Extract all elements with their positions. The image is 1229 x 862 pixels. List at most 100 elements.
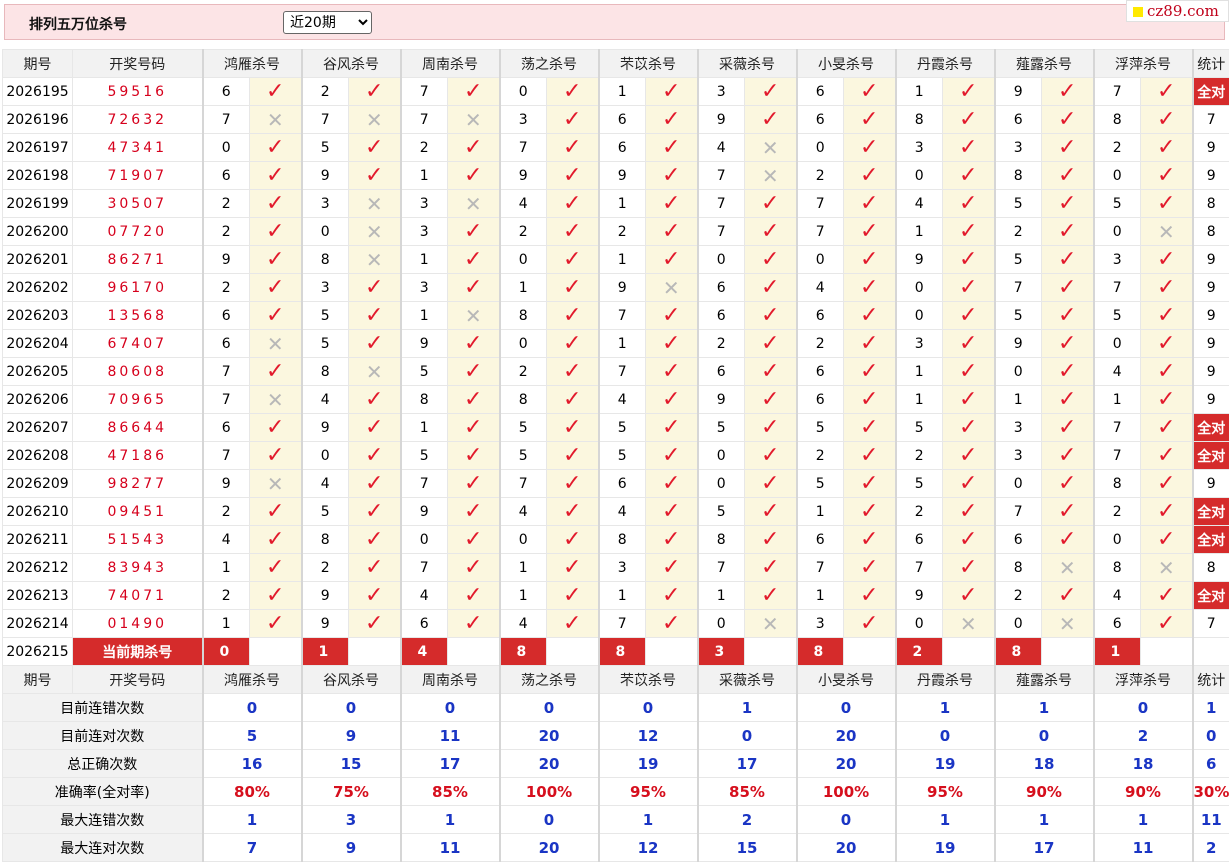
- check-icon: ✓: [563, 611, 581, 636]
- kill-number-cell: 1: [797, 582, 844, 610]
- check-icon: ✓: [959, 415, 977, 440]
- correct-check-icon: ✓: [349, 582, 401, 610]
- correct-check-icon: ✓: [943, 386, 995, 414]
- kill-number-cell: 6: [896, 526, 943, 554]
- cross-icon: ✕: [366, 192, 383, 216]
- table-row: 2026204674076✕5✓9✓0✓1✓2✓2✓3✓9✓0✓9: [3, 330, 1229, 358]
- kill-number-cell: 7: [698, 162, 745, 190]
- kill-number-cell: 7: [1094, 442, 1141, 470]
- kill-number-cell: 8: [1094, 106, 1141, 134]
- check-icon: ✓: [860, 527, 878, 552]
- correct-check-icon: ✓: [1141, 302, 1193, 330]
- correct-check-icon: ✓: [745, 554, 797, 582]
- kill-number-cell: 9: [599, 274, 646, 302]
- wrong-cross-icon: ✕: [250, 470, 302, 498]
- check-icon: ✓: [1058, 583, 1076, 608]
- period-range-select[interactable]: 近20期: [283, 11, 372, 34]
- check-icon: ✓: [563, 135, 581, 160]
- correct-check-icon: ✓: [1141, 162, 1193, 190]
- summary-value: 90%: [995, 778, 1094, 806]
- correct-check-icon: ✓: [943, 414, 995, 442]
- correct-check-icon: ✓: [1141, 582, 1193, 610]
- correct-check-icon: ✓: [1141, 498, 1193, 526]
- col-header-expert: 浮萍杀号: [1094, 666, 1193, 694]
- check-icon: ✓: [761, 471, 779, 496]
- correct-check-icon: ✓: [349, 162, 401, 190]
- kill-number-cell: 5: [995, 302, 1042, 330]
- check-icon: ✓: [1157, 331, 1175, 356]
- check-icon: ✓: [1058, 79, 1076, 104]
- correct-check-icon: ✓: [943, 582, 995, 610]
- correct-check-icon: ✓: [646, 190, 698, 218]
- correct-check-icon: ✓: [250, 582, 302, 610]
- check-icon: ✓: [563, 527, 581, 552]
- check-icon: ✓: [266, 303, 284, 328]
- col-header-draw: 开奖号码: [73, 666, 203, 694]
- check-icon: ✓: [959, 527, 977, 552]
- correct-check-icon: ✓: [1141, 386, 1193, 414]
- kill-number-cell: 1: [203, 554, 250, 582]
- wrong-cross-icon: ✕: [349, 218, 401, 246]
- kill-number-cell: 3: [797, 610, 844, 638]
- summary-value: 0: [797, 806, 896, 834]
- check-icon: ✓: [860, 79, 878, 104]
- kill-number-cell: 8: [995, 554, 1042, 582]
- kill-number-cell: 7: [599, 610, 646, 638]
- site-logo[interactable]: cz89.com: [1126, 0, 1229, 22]
- kill-number-cell: 0: [1094, 330, 1141, 358]
- col-header-expert: 周南杀号: [401, 666, 500, 694]
- stat-cell: [1193, 638, 1229, 666]
- kill-number-cell: 1: [599, 78, 646, 106]
- correct-check-icon: ✓: [844, 190, 896, 218]
- col-header-draw: 开奖号码: [73, 50, 203, 78]
- correct-check-icon: ✓: [844, 386, 896, 414]
- kill-number-cell: 1: [896, 358, 943, 386]
- correct-check-icon: ✓: [943, 218, 995, 246]
- correct-check-icon: ✓: [844, 162, 896, 190]
- correct-check-icon: ✓: [646, 302, 698, 330]
- kill-number-cell: 2: [500, 358, 547, 386]
- correct-check-icon: ✓: [1042, 498, 1094, 526]
- kill-number-cell: 9: [599, 162, 646, 190]
- summary-value: 2: [1094, 722, 1193, 750]
- correct-check-icon: ✓: [1042, 358, 1094, 386]
- kill-number-cell: 0: [203, 134, 250, 162]
- check-icon: ✓: [959, 191, 977, 216]
- correct-check-icon: ✓: [250, 554, 302, 582]
- correct-check-icon: ✓: [844, 330, 896, 358]
- current-kill-blank: [547, 638, 599, 666]
- correct-check-icon: ✓: [844, 246, 896, 274]
- check-icon: ✓: [761, 387, 779, 412]
- correct-check-icon: ✓: [250, 498, 302, 526]
- kill-number-cell: 9: [203, 470, 250, 498]
- check-icon: ✓: [959, 247, 977, 272]
- kill-number-cell: 5: [302, 330, 349, 358]
- wrong-cross-icon: ✕: [745, 134, 797, 162]
- correct-check-icon: ✓: [745, 498, 797, 526]
- correct-check-icon: ✓: [547, 386, 599, 414]
- check-icon: ✓: [1058, 247, 1076, 272]
- summary-stat: 30%: [1193, 778, 1229, 806]
- kill-number-cell: 5: [302, 498, 349, 526]
- check-icon: ✓: [266, 555, 284, 580]
- col-header-expert: 小旻杀号: [797, 666, 896, 694]
- kill-number-cell: 7: [401, 470, 448, 498]
- check-icon: ✓: [860, 499, 878, 524]
- summary-label: 目前连错次数: [3, 694, 203, 722]
- correct-check-icon: ✓: [1042, 470, 1094, 498]
- kill-number-cell: 3: [995, 414, 1042, 442]
- summary-value: 1: [896, 806, 995, 834]
- correct-check-icon: ✓: [250, 218, 302, 246]
- correct-check-icon: ✓: [646, 414, 698, 442]
- summary-value: 80%: [203, 778, 302, 806]
- summary-value: 15: [302, 750, 401, 778]
- kill-number-cell: 9: [698, 386, 745, 414]
- kill-number-cell: 6: [203, 302, 250, 330]
- draw-number-cell: 86271: [73, 246, 203, 274]
- summary-row: 最大连对次数7911201215201917112: [3, 834, 1229, 862]
- check-icon: ✓: [761, 79, 779, 104]
- summary-value: 12: [599, 834, 698, 862]
- all-correct-badge: 全对: [1193, 78, 1229, 106]
- stat-cell: 7: [1193, 106, 1229, 134]
- correct-check-icon: ✓: [1141, 78, 1193, 106]
